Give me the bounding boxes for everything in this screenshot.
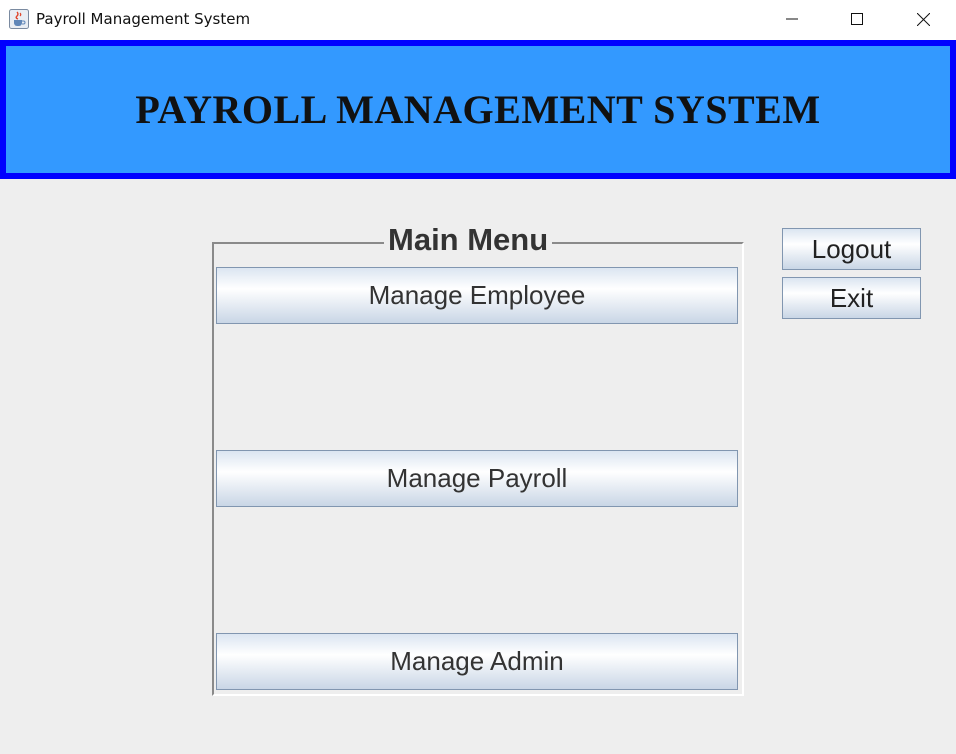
header-banner: PAYROLL MANAGEMENT SYSTEM — [0, 40, 956, 179]
close-icon — [916, 12, 930, 26]
manage-employee-button[interactable]: Manage Employee — [216, 267, 738, 324]
main-menu-title: Main Menu — [384, 222, 553, 258]
window-titlebar: Payroll Management System — [0, 0, 956, 40]
window-title: Payroll Management System — [36, 10, 251, 28]
exit-button[interactable]: Exit — [782, 277, 921, 319]
manage-payroll-button[interactable]: Manage Payroll — [216, 450, 738, 507]
minimize-button[interactable] — [769, 0, 815, 38]
manage-admin-button[interactable]: Manage Admin — [216, 633, 738, 690]
maximize-button[interactable] — [834, 0, 880, 38]
minimize-icon — [786, 18, 798, 20]
page-title: PAYROLL MANAGEMENT SYSTEM — [135, 87, 821, 132]
logout-button[interactable]: Logout — [782, 228, 921, 270]
close-button[interactable] — [900, 0, 946, 38]
maximize-icon — [851, 13, 863, 25]
java-cup-icon — [9, 9, 29, 29]
